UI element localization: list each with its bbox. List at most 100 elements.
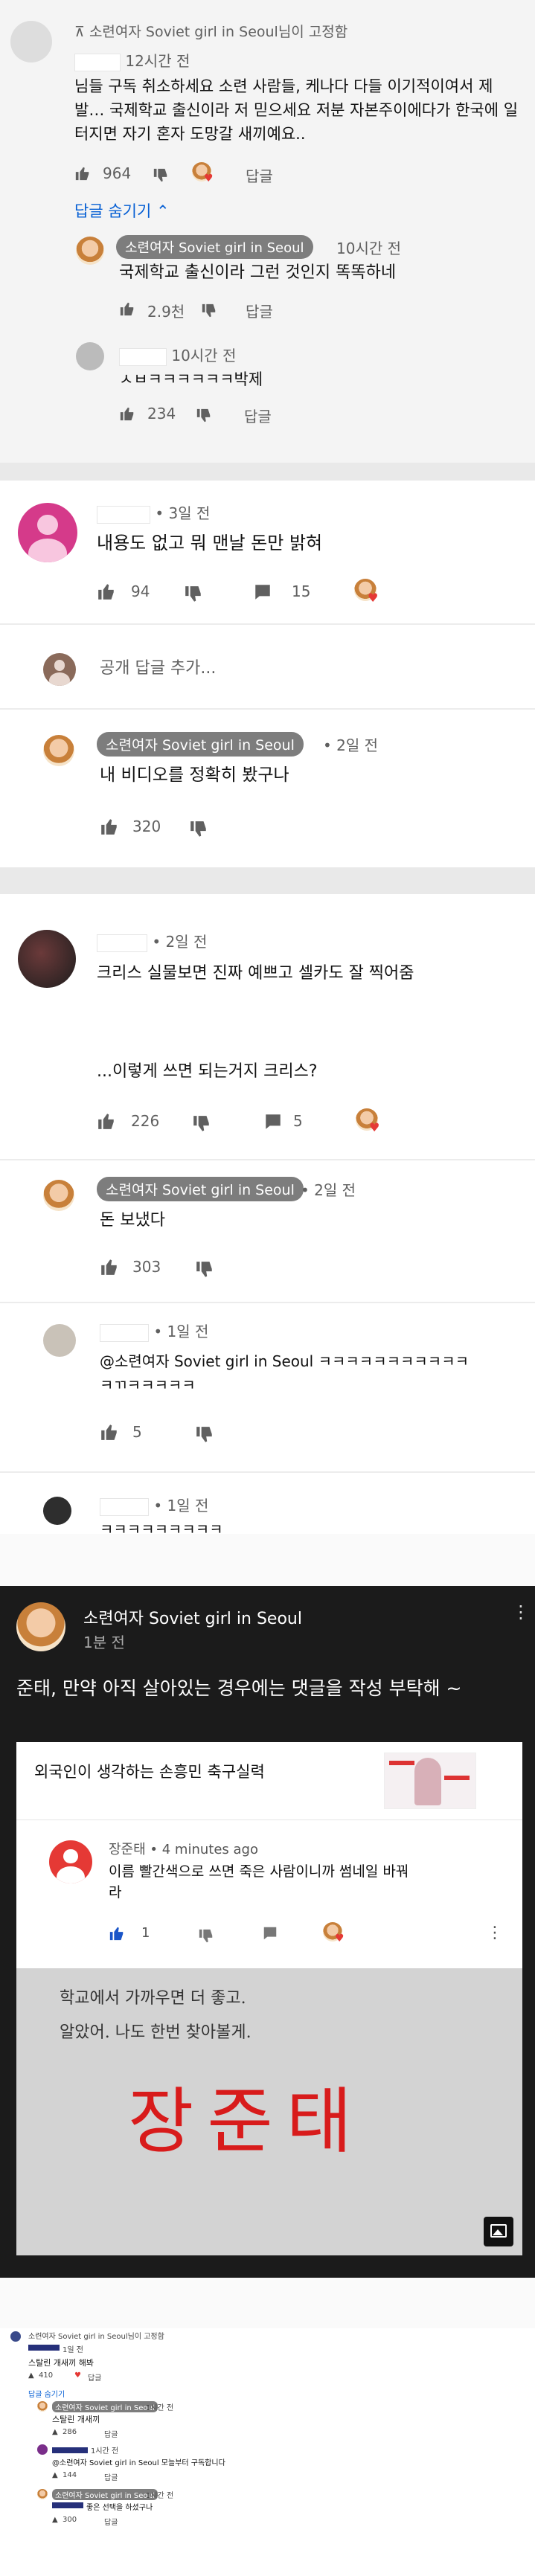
avatar[interactable] — [18, 503, 77, 562]
reply-text: 돈 보냈다 — [100, 1211, 165, 1230]
like-icon[interactable] — [119, 405, 135, 422]
comment-time: 1일 전 — [63, 2346, 83, 2354]
like-count: 226 — [131, 1112, 160, 1130]
reply-button[interactable]: 답글 — [88, 2371, 101, 2383]
reply-button[interactable]: 답글 — [104, 2428, 118, 2439]
reply-text: ㅅㅂㅋㅋㅋㅋㅋㅋ박제 — [119, 370, 263, 388]
dislike-icon[interactable] — [189, 820, 208, 839]
like-icon[interactable]: ▲ — [28, 2371, 34, 2380]
reply-text: 스탈린 개새끼 — [52, 2415, 100, 2424]
avatar[interactable] — [10, 21, 52, 62]
more-options-icon[interactable]: ⋮ — [512, 1603, 530, 1621]
dislike-icon[interactable] — [201, 303, 217, 319]
like-count: 410 — [39, 2371, 54, 2380]
dislike-icon[interactable] — [196, 408, 212, 424]
like-icon[interactable] — [97, 582, 116, 601]
divider — [0, 867, 535, 894]
separator — [0, 1302, 535, 1303]
like-count: 94 — [131, 582, 150, 600]
comment-panel-1: ⊼ 소련여자 Soviet girl in Seoul님이 고정함 12시간 전… — [0, 0, 535, 463]
paper-line: 알았어. 나도 한번 찾아볼게. — [60, 2023, 252, 2042]
card-title: 외국인이 생각하는 손흥민 축구실력 — [34, 1763, 265, 1781]
like-icon[interactable]: ▲ — [52, 2471, 58, 2479]
like-icon[interactable] — [119, 301, 135, 317]
avatar[interactable] — [16, 1602, 65, 1651]
reply-time: • 2일 전 — [323, 736, 379, 754]
hide-replies-button[interactable]: 답글 숨기기 ⌃ — [74, 199, 170, 222]
image-icon-mountain — [493, 2229, 503, 2235]
redacted-name — [52, 2447, 88, 2453]
like-icon[interactable] — [97, 1111, 116, 1131]
image-icon[interactable] — [484, 2217, 513, 2246]
like-icon — [109, 1927, 124, 1941]
creator-name-badge[interactable]: 소련여자 Soviet girl in Seoul — [116, 235, 313, 259]
divider — [0, 2278, 535, 2328]
pin-label: ⊼ 소련여자 Soviet girl in Seoul님이 고정함 — [74, 24, 348, 40]
reply-time: 1시간 전 — [146, 2404, 174, 2412]
paper-line: 학교에서 가까우면 더 좋고. — [60, 1989, 246, 2008]
hide-replies-button[interactable]: 답글 숨기기 — [28, 2388, 65, 2399]
avatar — [43, 653, 76, 686]
reply-time: • 1일 전 — [100, 1494, 208, 1516]
reply-button[interactable]: 답글 — [246, 300, 273, 321]
heart-icon: ♥ — [335, 1933, 345, 1944]
separator — [0, 623, 535, 625]
comment-text: 스탈린 개새끼 해봐 — [28, 2358, 94, 2368]
red-handwritten-name: 장준태 — [128, 2080, 365, 2163]
dislike-icon[interactable] — [195, 1425, 214, 1445]
reply-button[interactable]: 답글 — [244, 405, 272, 426]
add-reply-input[interactable]: 공개 답글 추가... — [100, 656, 216, 681]
avatar[interactable] — [18, 930, 76, 988]
avatar — [76, 237, 104, 265]
heart-icon: ♥ — [368, 591, 379, 605]
dislike-icon — [199, 1929, 213, 1943]
thumbnail-figure — [414, 1758, 441, 1805]
dislike-icon[interactable] — [184, 585, 203, 604]
reply-button[interactable]: 답글 — [104, 2516, 118, 2527]
creator-name-badge[interactable]: 소련여자 Soviet girl in Seoul — [52, 2401, 158, 2412]
reply-icon[interactable] — [263, 1112, 283, 1131]
reply-button[interactable]: 답글 — [104, 2471, 118, 2482]
reply-text: ㅋㅋㅋㅋㅋㅋㅋㅋㅋ — [100, 1520, 223, 1534]
like-count: 303 — [132, 1258, 161, 1276]
creator-name-badge[interactable]: 소련여자 Soviet girl in Seoul — [97, 732, 304, 757]
comment-author[interactable]: 소련여자 Soviet girl in Seoul — [83, 1605, 302, 1629]
notebook-photo: 학교에서 가까우면 더 좋고. 알았어. 나도 한번 찾아볼게. 장준태 — [16, 1968, 522, 2255]
comment-time: • 3일 전 — [97, 501, 210, 524]
like-count: 1 — [141, 1925, 150, 1941]
comment-text: 준태, 만약 아직 살아있는 경우에는 댓글을 작성 부탁해 ~ — [16, 1677, 462, 1699]
separator — [0, 1471, 535, 1473]
dislike-icon[interactable] — [153, 167, 169, 184]
like-count: 5 — [132, 1423, 142, 1441]
like-icon[interactable] — [100, 1422, 119, 1442]
like-count: 320 — [132, 818, 161, 835]
reply-icon[interactable] — [253, 582, 272, 602]
like-icon[interactable] — [100, 817, 119, 836]
like-icon[interactable] — [100, 1257, 119, 1276]
like-count: 300 — [63, 2516, 77, 2524]
redacted-name — [97, 934, 147, 952]
reply-time: 10시간 전 — [119, 344, 236, 366]
reply-text: @소련여자 Soviet girl in Seoul ㅋㅋㅋㅋㅋㅋㅋㅋㅋㅋㅋㅋㄲ… — [100, 1352, 469, 1394]
thumbnail-stripe — [444, 1776, 470, 1780]
like-icon[interactable]: ▲ — [52, 2516, 58, 2524]
comment-text: 내용도 없고 뭐 맨날 돈만 밝혀 — [97, 533, 323, 553]
creator-name-badge[interactable]: 소련여자 Soviet girl in Seoul — [97, 1177, 304, 1201]
reply-button[interactable]: 답글 — [246, 164, 273, 186]
creator-name-badge[interactable]: 소련여자 Soviet girl in Seoul — [52, 2489, 158, 2500]
heart-icon: ♥ — [74, 2371, 81, 2380]
dislike-icon[interactable] — [192, 1114, 211, 1134]
dislike-icon[interactable] — [195, 1260, 214, 1279]
like-count: 2.9천 — [147, 303, 185, 321]
like-icon[interactable]: ▲ — [52, 2428, 58, 2436]
reply-count: 15 — [292, 582, 311, 600]
thumbnail-stripe — [389, 1761, 414, 1765]
card-comment-text: 이름 빨간색으로 쓰면 죽은 사람이니까 썸네일 바꿔라 — [109, 1863, 409, 1901]
separator — [16, 1819, 522, 1820]
like-count: 234 — [147, 405, 176, 423]
like-icon[interactable] — [74, 165, 91, 182]
comment-time: • 2일 전 — [97, 930, 207, 952]
comment-text: ...이렇게 쓰면 되는거지 크리스? — [97, 1062, 318, 1081]
chevron-up-icon: ⌃ — [156, 202, 170, 220]
separator — [0, 708, 535, 710]
